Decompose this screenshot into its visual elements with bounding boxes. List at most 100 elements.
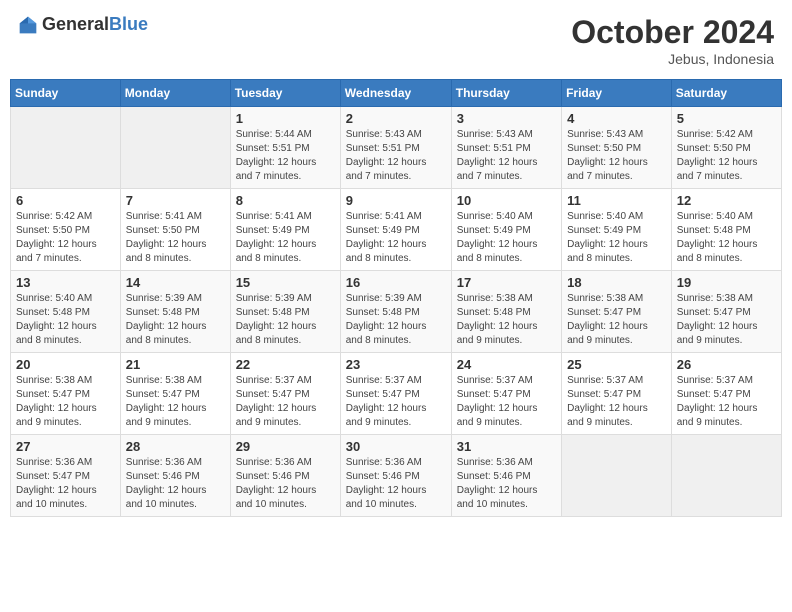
title-block: October 2024 Jebus, Indonesia — [571, 14, 774, 67]
day-number: 20 — [16, 357, 115, 372]
logo-icon — [18, 15, 38, 35]
day-detail: Sunrise: 5:36 AM Sunset: 5:46 PM Dayligh… — [236, 456, 335, 512]
day-detail: Sunrise: 5:42 AM Sunset: 5:50 PM Dayligh… — [16, 210, 115, 266]
day-number: 26 — [677, 357, 776, 372]
day-detail: Sunrise: 5:36 AM Sunset: 5:46 PM Dayligh… — [126, 456, 225, 512]
calendar: SundayMondayTuesdayWednesdayThursdayFrid… — [10, 79, 782, 517]
calendar-cell: 2 Sunrise: 5:43 AM Sunset: 5:51 PM Daylig… — [340, 107, 451, 189]
weekday-header: Sunday — [11, 80, 121, 107]
calendar-cell: 3 Sunrise: 5:43 AM Sunset: 5:51 PM Daylig… — [451, 107, 561, 189]
calendar-cell: 8Sunrise: 5:41 AM Sunset: 5:49 PM Daylig… — [230, 189, 340, 271]
day-number: 31 — [457, 439, 556, 454]
calendar-cell — [671, 435, 781, 517]
calendar-cell: 23Sunrise: 5:37 AM Sunset: 5:47 PM Dayli… — [340, 353, 451, 435]
day-number: 4 — [567, 111, 666, 126]
day-detail: Sunrise: 5:43 AM Sunset: 5:51 PM Dayligh… — [346, 128, 446, 184]
calendar-cell: 7Sunrise: 5:41 AM Sunset: 5:50 PM Daylig… — [120, 189, 230, 271]
day-detail: Sunrise: 5:37 AM Sunset: 5:47 PM Dayligh… — [677, 374, 776, 430]
day-number: 16 — [346, 275, 446, 290]
day-number: 12 — [677, 193, 776, 208]
day-detail: Sunrise: 5:40 AM Sunset: 5:48 PM Dayligh… — [16, 292, 115, 348]
day-detail: Sunrise: 5:38 AM Sunset: 5:47 PM Dayligh… — [677, 292, 776, 348]
day-number: 3 — [457, 111, 556, 126]
day-number: 8 — [236, 193, 335, 208]
day-number: 17 — [457, 275, 556, 290]
day-number: 29 — [236, 439, 335, 454]
month-title: October 2024 — [571, 14, 774, 51]
day-detail: Sunrise: 5:36 AM Sunset: 5:46 PM Dayligh… — [346, 456, 446, 512]
weekday-header: Monday — [120, 80, 230, 107]
calendar-week-row: 20 Sunrise: 5:38 AM Sunset: 5:47 PM Dayli… — [11, 353, 782, 435]
day-detail: Sunrise: 5:39 AM Sunset: 5:48 PM Dayligh… — [346, 292, 446, 348]
calendar-cell: 19 Sunrise: 5:38 AM Sunset: 5:47 PM Dayli… — [671, 271, 781, 353]
calendar-cell: 26 Sunrise: 5:37 AM Sunset: 5:47 PM Dayli… — [671, 353, 781, 435]
calendar-cell: 14 Sunrise: 5:39 AM Sunset: 5:48 PM Dayli… — [120, 271, 230, 353]
day-detail: Sunrise: 5:40 AM Sunset: 5:49 PM Dayligh… — [457, 210, 556, 266]
calendar-cell: 11 Sunrise: 5:40 AM Sunset: 5:49 PM Dayli… — [562, 189, 672, 271]
calendar-cell: 21 Sunrise: 5:38 AM Sunset: 5:47 PM Dayli… — [120, 353, 230, 435]
calendar-week-row: 27 Sunrise: 5:36 AM Sunset: 5:47 PM Dayli… — [11, 435, 782, 517]
calendar-cell — [120, 107, 230, 189]
day-detail: Sunrise: 5:36 AM Sunset: 5:47 PM Dayligh… — [16, 456, 115, 512]
day-number: 11 — [567, 193, 666, 208]
location: Jebus, Indonesia — [571, 51, 774, 67]
weekday-header: Tuesday — [230, 80, 340, 107]
day-number: 19 — [677, 275, 776, 290]
day-number: 6 — [16, 193, 115, 208]
logo-text: GeneralBlue — [42, 14, 148, 35]
calendar-cell — [562, 435, 672, 517]
calendar-week-row: 6 Sunrise: 5:42 AM Sunset: 5:50 PM Daylig… — [11, 189, 782, 271]
day-detail: Sunrise: 5:44 AM Sunset: 5:51 PM Dayligh… — [236, 128, 335, 184]
day-detail: Sunrise: 5:43 AM Sunset: 5:51 PM Dayligh… — [457, 128, 556, 184]
calendar-cell — [11, 107, 121, 189]
day-detail: Sunrise: 5:39 AM Sunset: 5:48 PM Dayligh… — [126, 292, 225, 348]
calendar-week-row: 13 Sunrise: 5:40 AM Sunset: 5:48 PM Dayli… — [11, 271, 782, 353]
calendar-cell: 28Sunrise: 5:36 AM Sunset: 5:46 PM Dayli… — [120, 435, 230, 517]
day-number: 18 — [567, 275, 666, 290]
day-number: 14 — [126, 275, 225, 290]
calendar-cell: 18 Sunrise: 5:38 AM Sunset: 5:47 PM Dayli… — [562, 271, 672, 353]
day-number: 15 — [236, 275, 335, 290]
calendar-cell: 20 Sunrise: 5:38 AM Sunset: 5:47 PM Dayli… — [11, 353, 121, 435]
calendar-header: SundayMondayTuesdayWednesdayThursdayFrid… — [11, 80, 782, 107]
day-number: 21 — [126, 357, 225, 372]
day-detail: Sunrise: 5:40 AM Sunset: 5:49 PM Dayligh… — [567, 210, 666, 266]
weekday-header: Saturday — [671, 80, 781, 107]
calendar-cell: 30 Sunrise: 5:36 AM Sunset: 5:46 PM Dayli… — [340, 435, 451, 517]
day-detail: Sunrise: 5:38 AM Sunset: 5:47 PM Dayligh… — [126, 374, 225, 430]
day-detail: Sunrise: 5:38 AM Sunset: 5:47 PM Dayligh… — [567, 292, 666, 348]
calendar-week-row: 1Sunrise: 5:44 AM Sunset: 5:51 PM Daylig… — [11, 107, 782, 189]
calendar-cell: 4 Sunrise: 5:43 AM Sunset: 5:50 PM Daylig… — [562, 107, 672, 189]
day-detail: Sunrise: 5:40 AM Sunset: 5:48 PM Dayligh… — [677, 210, 776, 266]
day-detail: Sunrise: 5:43 AM Sunset: 5:50 PM Dayligh… — [567, 128, 666, 184]
day-number: 2 — [346, 111, 446, 126]
day-number: 7 — [126, 193, 225, 208]
day-detail: Sunrise: 5:39 AM Sunset: 5:48 PM Dayligh… — [236, 292, 335, 348]
weekday-header: Thursday — [451, 80, 561, 107]
calendar-cell: 9Sunrise: 5:41 AM Sunset: 5:49 PM Daylig… — [340, 189, 451, 271]
calendar-body: 1Sunrise: 5:44 AM Sunset: 5:51 PM Daylig… — [11, 107, 782, 517]
day-number: 30 — [346, 439, 446, 454]
day-detail: Sunrise: 5:37 AM Sunset: 5:47 PM Dayligh… — [346, 374, 446, 430]
day-detail: Sunrise: 5:38 AM Sunset: 5:47 PM Dayligh… — [16, 374, 115, 430]
weekday-header: Friday — [562, 80, 672, 107]
day-number: 22 — [236, 357, 335, 372]
logo: GeneralBlue — [18, 14, 148, 35]
calendar-cell: 22 Sunrise: 5:37 AM Sunset: 5:47 PM Dayli… — [230, 353, 340, 435]
day-number: 27 — [16, 439, 115, 454]
day-detail: Sunrise: 5:42 AM Sunset: 5:50 PM Dayligh… — [677, 128, 776, 184]
logo-blue: Blue — [109, 14, 148, 34]
day-detail: Sunrise: 5:38 AM Sunset: 5:48 PM Dayligh… — [457, 292, 556, 348]
calendar-cell: 29 Sunrise: 5:36 AM Sunset: 5:46 PM Dayli… — [230, 435, 340, 517]
day-detail: Sunrise: 5:37 AM Sunset: 5:47 PM Dayligh… — [236, 374, 335, 430]
day-number: 13 — [16, 275, 115, 290]
day-detail: Sunrise: 5:37 AM Sunset: 5:47 PM Dayligh… — [567, 374, 666, 430]
calendar-cell: 24Sunrise: 5:37 AM Sunset: 5:47 PM Dayli… — [451, 353, 561, 435]
calendar-cell: 10Sunrise: 5:40 AM Sunset: 5:49 PM Dayli… — [451, 189, 561, 271]
calendar-cell: 6 Sunrise: 5:42 AM Sunset: 5:50 PM Daylig… — [11, 189, 121, 271]
day-number: 9 — [346, 193, 446, 208]
day-detail: Sunrise: 5:36 AM Sunset: 5:46 PM Dayligh… — [457, 456, 556, 512]
header: GeneralBlue October 2024 Jebus, Indonesi… — [10, 10, 782, 71]
day-number: 25 — [567, 357, 666, 372]
calendar-cell: 16 Sunrise: 5:39 AM Sunset: 5:48 PM Dayli… — [340, 271, 451, 353]
